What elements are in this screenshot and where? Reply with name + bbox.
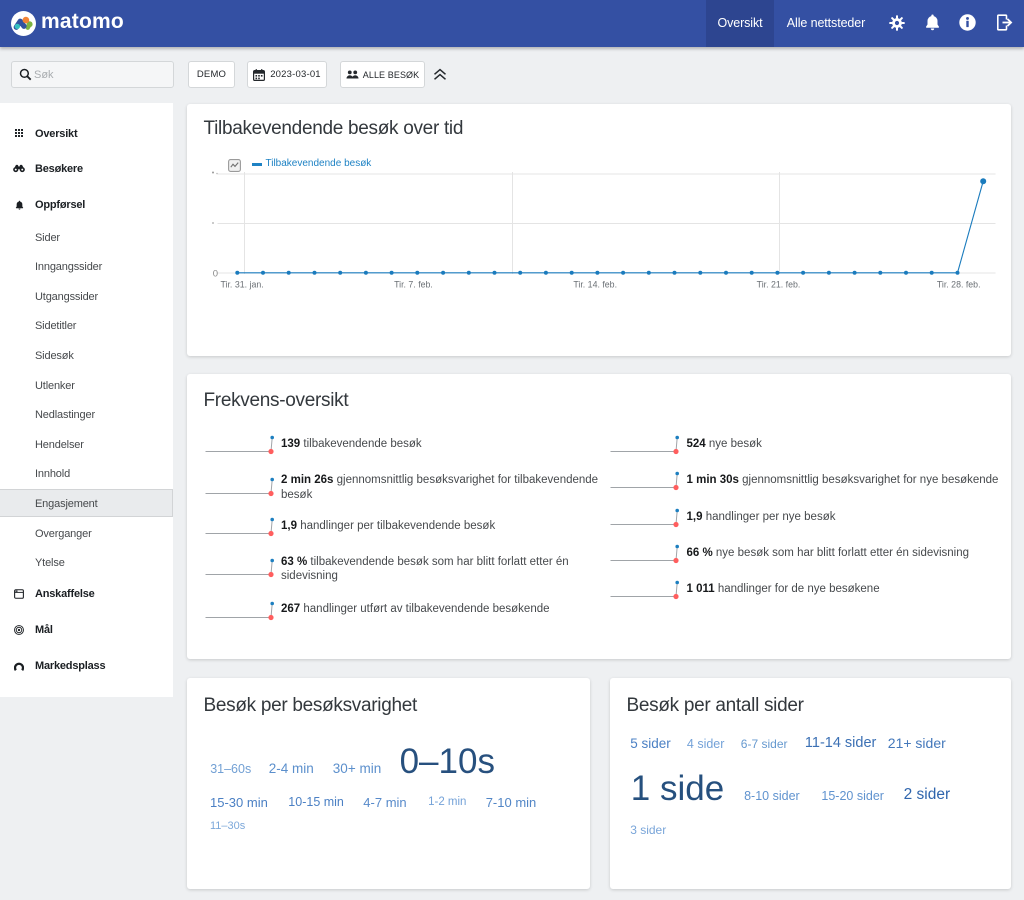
svg-text:Tir. 7. feb.: Tir. 7. feb.	[394, 279, 433, 289]
svg-text:0: 0	[212, 268, 217, 279]
svg-text:Tir. 31. jan.: Tir. 31. jan.	[220, 279, 263, 289]
svg-text:Tir. 28. feb.: Tir. 28. feb.	[936, 279, 980, 289]
svg-text:Tir. 21. feb.: Tir. 21. feb.	[756, 279, 800, 289]
svg-text:Tir. 14. feb.: Tir. 14. feb.	[573, 279, 617, 289]
